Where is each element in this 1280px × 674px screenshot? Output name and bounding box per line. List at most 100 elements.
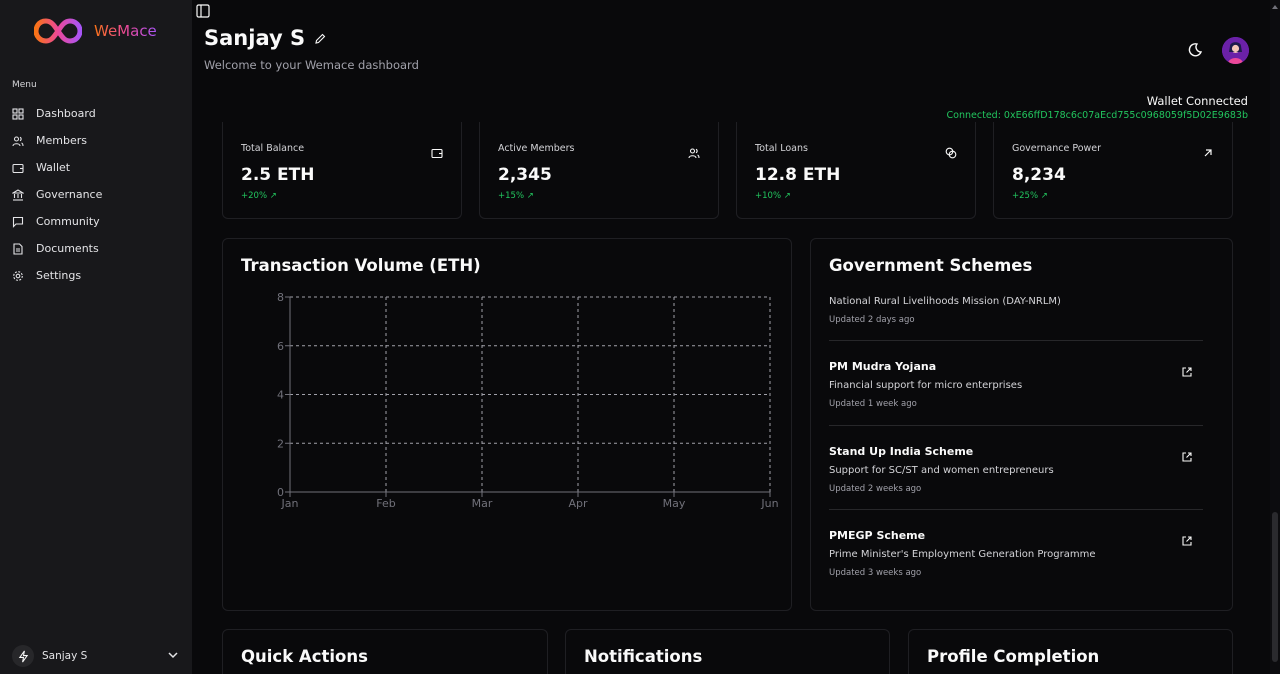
infinity-logo-icon	[34, 18, 82, 44]
quick-actions-panel: Quick Actions	[222, 629, 548, 674]
chevron-down-icon	[166, 647, 180, 666]
sidebar-item-community[interactable]: Community	[12, 208, 182, 235]
x-tick-label: Apr	[568, 497, 588, 510]
sidebar-item-label: Dashboard	[36, 107, 96, 120]
scheme-item[interactable]: PMEGP Scheme Prime Minister's Employment…	[829, 529, 1203, 578]
sidebar-item-label: Settings	[36, 269, 82, 282]
wallet-status: Wallet Connected	[1146, 94, 1248, 108]
users-icon	[12, 135, 24, 147]
stat-value: 2,345	[498, 165, 552, 185]
logo[interactable]: WeMace	[34, 16, 157, 46]
y-tick-label: 2	[277, 437, 284, 450]
sidebar-item-label: Governance	[36, 188, 103, 201]
scheme-description: National Rural Livelihoods Mission (DAY-…	[829, 296, 1061, 307]
sidebar-toggle-icon[interactable]	[196, 4, 210, 18]
transaction-volume-chart: 02468Jan Feb Mar Apr May Jun	[277, 291, 779, 510]
divider	[829, 509, 1203, 510]
scheme-name: Stand Up India Scheme	[829, 445, 974, 458]
scheme-description: Prime Minister's Employment Generation P…	[829, 549, 1096, 560]
panel-title: Notifications	[584, 647, 703, 666]
wallet-icon	[431, 144, 443, 159]
welcome-subtitle: Welcome to your Wemace dashboard	[204, 58, 419, 72]
stat-change: +20% ↗	[241, 191, 277, 201]
y-tick-label: 6	[277, 340, 284, 353]
stat-card-total-loans: Total Loans 12.8 ETH +10% ↗	[736, 122, 976, 219]
stat-label: Active Members	[498, 143, 575, 154]
scheme-item[interactable]: PM Mudra Yojana Financial support for mi…	[829, 360, 1203, 409]
sidebar-item-settings[interactable]: Settings	[12, 262, 182, 289]
divider	[829, 425, 1203, 426]
external-link-icon[interactable]	[1181, 366, 1193, 378]
moon-icon[interactable]	[1187, 42, 1203, 58]
edit-pencil-icon[interactable]	[314, 32, 327, 45]
notifications-panel: Notifications	[565, 629, 890, 674]
gear-icon	[12, 270, 24, 282]
sidebar-item-label: Community	[36, 215, 100, 228]
stat-change: +15% ↗	[498, 191, 534, 201]
scheme-item[interactable]: National Rural Livelihoods Mission (DAY-…	[829, 296, 1203, 325]
stat-label: Total Balance	[241, 143, 305, 154]
panel-title: Profile Completion	[927, 647, 1100, 666]
stat-value: 2.5 ETH	[241, 165, 315, 185]
x-tick-label: Feb	[376, 497, 395, 510]
menu-label: Menu	[12, 80, 37, 90]
scrollbar-thumb[interactable]	[1272, 512, 1278, 662]
profile-avatar[interactable]	[1222, 37, 1249, 64]
arrow-up-right-icon	[1202, 144, 1214, 157]
scheme-item[interactable]: Stand Up India Scheme Support for SC/ST …	[829, 445, 1203, 494]
brand-name: WeMace	[94, 22, 157, 40]
x-tick-label: Jun	[760, 497, 778, 510]
x-tick-label: Mar	[472, 497, 493, 510]
y-tick-label: 8	[277, 291, 284, 304]
sidebar-item-documents[interactable]: Documents	[12, 235, 182, 262]
sidebar-item-label: Documents	[36, 242, 99, 255]
scheme-updated: Updated 3 weeks ago	[829, 568, 922, 578]
scroll-up-arrow-icon[interactable]	[1272, 4, 1278, 10]
sidebar-item-label: Members	[36, 134, 87, 147]
sidebar: WeMace Menu Dashboard Members Wallet Gov…	[0, 0, 192, 674]
transaction-volume-panel: Transaction Volume (ETH) 0 2 4 6 8 Jan Feb Mar A…	[222, 238, 792, 611]
sidebar-item-governance[interactable]: Governance	[12, 181, 182, 208]
divider	[829, 340, 1203, 341]
scheme-updated: Updated 1 week ago	[829, 399, 917, 409]
user-name: Sanjay S	[42, 650, 88, 662]
users-icon	[688, 144, 700, 159]
stat-label: Governance Power	[1012, 143, 1102, 154]
x-tick-label: May	[663, 497, 686, 510]
stat-card-total-balance: Total Balance 2.5 ETH +20% ↗	[222, 122, 462, 219]
scheme-name: PM Mudra Yojana	[829, 360, 937, 373]
sidebar-item-members[interactable]: Members	[12, 127, 182, 154]
sidebar-item-wallet[interactable]: Wallet	[12, 154, 182, 181]
external-link-icon[interactable]	[1181, 451, 1193, 463]
stat-change: +25% ↗	[1012, 191, 1048, 201]
stat-change: +10% ↗	[755, 191, 791, 201]
lightning-icon	[18, 650, 28, 662]
sidebar-item-dashboard[interactable]: Dashboard	[12, 100, 182, 127]
stat-card-governance-power: Governance Power 8,234 +25% ↗	[993, 122, 1233, 219]
sidebar-item-label: Wallet	[36, 161, 71, 174]
scheme-updated: Updated 2 days ago	[829, 315, 915, 325]
coins-icon	[945, 144, 957, 159]
external-link-icon[interactable]	[1181, 535, 1193, 547]
file-icon	[12, 242, 24, 255]
user-avatar	[12, 645, 34, 667]
stat-label: Total Loans	[755, 143, 808, 154]
panel-title: Quick Actions	[241, 647, 368, 666]
scheme-description: Financial support for micro enterprises	[829, 380, 1023, 391]
page-scrollbar[interactable]	[1270, 0, 1280, 674]
scheme-updated: Updated 2 weeks ago	[829, 484, 922, 494]
wallet-icon	[12, 162, 24, 174]
scheme-name: PMEGP Scheme	[829, 529, 926, 542]
message-icon	[12, 216, 24, 228]
stat-value: 12.8 ETH	[755, 165, 841, 185]
landmark-icon	[12, 188, 24, 201]
government-schemes-panel: Government Schemes National Rural Liveli…	[810, 238, 1233, 611]
scheme-description: Support for SC/ST and women entrepreneur…	[829, 465, 1054, 476]
stat-card-active-members: Active Members 2,345 +15% ↗	[479, 122, 719, 219]
user-menu[interactable]: Sanjay S	[12, 642, 180, 670]
grid-icon	[12, 107, 24, 120]
page-title: Sanjay S	[204, 26, 306, 50]
x-tick-label: Jan	[281, 497, 299, 510]
wallet-address: Connected: 0xE66ffD178c6c07aEcd755c09680…	[946, 110, 1248, 121]
y-tick-label: 4	[277, 389, 284, 402]
